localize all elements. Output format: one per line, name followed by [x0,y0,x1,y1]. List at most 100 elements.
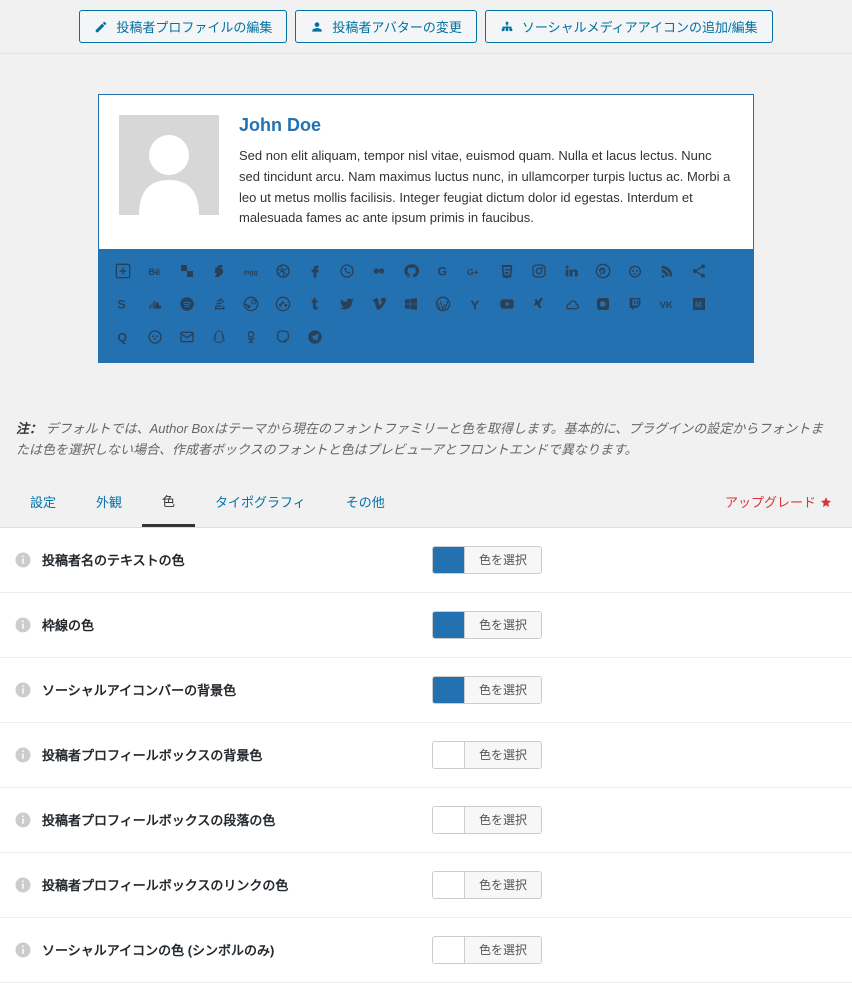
tumblr-icon[interactable] [307,296,323,315]
odnoklassniki-icon[interactable] [243,329,259,348]
wordpress-icon[interactable] [435,296,451,315]
author-box: John Doe Sed non elit aliquam, tempor ni… [98,94,754,363]
tab-appearance[interactable]: 外観 [76,478,142,525]
twitch-icon[interactable] [627,296,643,315]
meetup-icon[interactable] [147,329,163,348]
select-color-button[interactable]: 色を選択 [465,611,541,639]
select-color-button[interactable]: 色を選択 [465,546,541,574]
note-text: 注： デフォルトでは、Author Boxはテーマから現在のフォントファミリーと… [0,403,852,477]
telegram-icon[interactable] [307,329,323,348]
star-icon [820,496,832,508]
instagram-icon[interactable] [531,263,547,282]
color-picker[interactable]: 色を選択 [432,936,542,964]
tab-color[interactable]: 色 [142,477,195,527]
select-color-button[interactable]: 色を選択 [465,741,541,769]
twitter-icon[interactable] [339,296,355,315]
change-avatar-button[interactable]: 投稿者アバターの変更 [295,10,476,43]
envelope-icon[interactable] [179,329,195,348]
color-picker[interactable]: 色を選択 [432,806,542,834]
svg-text:VK: VK [660,300,673,310]
setting-label: 投稿者名のテキストの色 [42,550,432,569]
color-picker[interactable]: 色を選択 [432,871,542,899]
delicious-icon[interactable] [179,263,195,282]
vimeo-icon[interactable] [371,296,387,315]
select-color-button[interactable]: 色を選択 [465,806,541,834]
tab-typography[interactable]: タイポグラフィ [195,478,326,525]
yahoo-icon[interactable]: Y [467,296,483,315]
color-swatch[interactable] [433,806,465,834]
stackoverflow-icon[interactable] [211,296,227,315]
linkedin-icon[interactable] [563,263,579,282]
snapchat-icon[interactable] [211,329,227,348]
spotify-icon[interactable] [179,296,195,315]
windows-icon[interactable] [403,296,419,315]
color-swatch[interactable] [433,871,465,899]
svg-text:S: S [118,298,126,312]
quora-icon[interactable]: Q [115,329,131,348]
svg-text:G+: G+ [467,267,479,277]
youtube-icon[interactable] [499,296,515,315]
color-setting-row: 投稿者プロフィールボックスの背景色色を選択 [0,723,852,788]
flickr-icon[interactable] [371,263,387,282]
select-color-button[interactable]: 色を選択 [465,936,541,964]
setting-label: 枠線の色 [42,615,432,634]
color-picker[interactable]: 色を選択 [432,741,542,769]
svg-text:Q: Q [118,331,127,345]
color-setting-row: 投稿者名のテキストの色 色を選択 [0,528,852,593]
color-swatch[interactable] [433,611,465,639]
author-bio: Sed non elit aliquam, tempor nisl vitae,… [239,146,733,229]
digg-icon[interactable]: digg [243,263,259,282]
skype-icon[interactable]: S [115,296,131,315]
share-icon[interactable] [691,263,707,282]
svg-text:M: M [695,301,702,310]
steam-icon[interactable] [243,296,259,315]
facebook-icon[interactable] [307,263,323,282]
tab-settings[interactable]: 設定 [10,478,76,525]
info-icon [14,941,32,959]
info-icon [14,551,32,569]
social-icons-button[interactable]: ソーシャルメディアアイコンの追加/編集 [485,10,773,43]
edit-profile-label: 投稿者プロファイルの編集 [116,17,272,36]
rss-icon[interactable] [659,263,675,282]
behance-icon[interactable]: Bē [147,263,163,282]
select-color-button[interactable]: 色を選択 [465,871,541,899]
svg-text:Y: Y [470,298,479,313]
edit-profile-button[interactable]: 投稿者プロファイルの編集 [79,10,287,43]
html5-icon[interactable] [499,263,515,282]
tab-other[interactable]: その他 [326,478,405,525]
vk-icon[interactable]: VK [659,296,675,315]
action-toolbar: 投稿者プロファイルの編集 投稿者アバターの変更 ソーシャルメディアアイコンの追加… [0,0,852,54]
info-icon [14,746,32,764]
googleplus-icon[interactable]: G+ [467,263,483,282]
color-picker[interactable]: 色を選択 [432,611,542,639]
stumbleupon-icon[interactable] [275,296,291,315]
author-box-top: John Doe Sed non elit aliquam, tempor ni… [99,95,753,249]
color-swatch[interactable] [433,936,465,964]
sitemap-icon [500,20,514,34]
dribbble-icon[interactable] [275,263,291,282]
author-name[interactable]: John Doe [239,115,733,136]
color-picker[interactable]: 色を選択 [432,676,542,704]
color-swatch[interactable] [433,741,465,769]
xing-icon[interactable] [531,296,547,315]
plus-icon[interactable] [115,263,131,282]
upgrade-link[interactable]: アップグレード [725,492,842,511]
color-picker[interactable]: 色を選択 [432,546,542,574]
whatsapp-icon[interactable] [339,263,355,282]
pinterest-icon[interactable] [595,263,611,282]
select-color-button[interactable]: 色を選択 [465,676,541,704]
color-swatch[interactable] [433,546,465,574]
medium-icon[interactable]: M [691,296,707,315]
settings-tabs: 設定 外観 色 タイポグラフィ その他 アップグレード [0,477,852,528]
note-label: 注： [16,421,42,436]
reddit-icon[interactable] [627,263,643,282]
mixcloud-icon[interactable] [563,296,579,315]
social-icon-bar: Bē digg G G+ S Y VK M Q [99,249,753,362]
soundcloud-icon[interactable] [147,296,163,315]
github-icon[interactable] [403,263,419,282]
blogger-icon[interactable] [595,296,611,315]
color-swatch[interactable] [433,676,465,704]
google-icon[interactable]: G [435,263,451,282]
deviantart-icon[interactable] [211,263,227,282]
mastodon-icon[interactable] [275,329,291,348]
